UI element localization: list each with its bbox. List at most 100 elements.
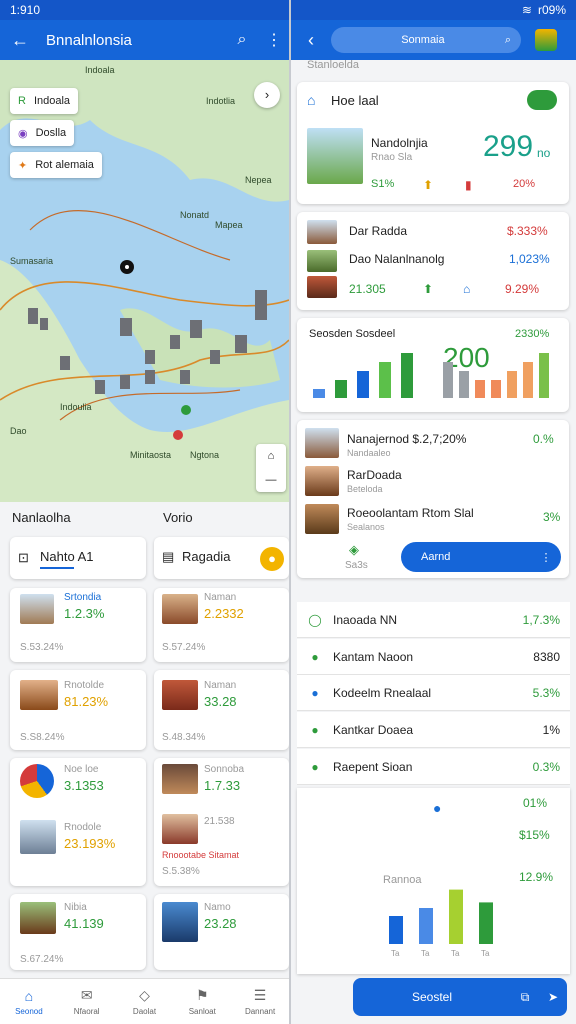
item-value: 3.1353 [64,778,104,793]
big-unit: no [537,146,551,160]
map-label: Indoulia [60,402,92,412]
chart-bar [401,353,413,398]
chart-percent: 12.9% [519,870,554,884]
tag-icon: ✦ [18,159,28,172]
item-value: $.333% [507,224,548,238]
map-view[interactable]: R Indoala ◉ Doslla ✦ Rot alemaia › ⌂ — Indoa… [0,60,289,502]
search-text: Sonmaia [401,34,445,46]
thumbnail [20,594,54,624]
item-name: Rnodole [64,822,102,833]
row-name: Kodeelm Rnealaal [333,685,432,700]
detail-card[interactable]: Nanajernod $.2,7;20% 0.% Nandaaleo RarDo… [297,420,569,578]
chart-bar [357,371,369,398]
chart-bar [507,371,517,398]
back-arrow-icon[interactable]: ← [0,30,40,51]
map-chip-1[interactable]: R Indoala [10,88,79,114]
chart-bar [459,371,469,398]
thumbnail [162,902,198,942]
nav-shield[interactable]: ◇ Daolat [116,979,174,1024]
item-sub: S.5.38% [162,866,200,877]
chart-bar [313,389,325,398]
list-row[interactable]: ● Kodeelm Rnealaal 5.3% [297,675,570,711]
list-row[interactable]: ● Raepent Sioan 0.3% [297,749,570,785]
map-chip-3[interactable]: ✦ Rot alemaia [10,152,102,178]
search-icon[interactable]: ⌕ [505,34,511,47]
item-card[interactable]: Sonnoba 1.7.33 21.538 Rnoootabe Sitamat … [154,758,289,886]
list-card[interactable]: Dar Radda $.333% Dao Nalanlnanolg 1,023%… [297,212,569,310]
shield-icon: ◇ [139,987,150,1003]
zoom-out-icon[interactable]: — [256,468,286,492]
section-title: Stanloelda [307,59,359,71]
thumbnail [162,594,198,624]
status-bar: ≋ r09% [291,0,576,20]
badge-icon[interactable]: ● [260,547,284,571]
big-value: 299 [483,130,534,163]
zoom-control[interactable]: ⌂ — [256,444,286,492]
item-card[interactable]: Namo 23.28 [154,894,289,970]
avatar[interactable] [535,29,557,51]
item-card[interactable]: Nibia 41.139 S.67.24% [10,894,146,970]
chart-bar [419,908,433,944]
more-vert-icon[interactable]: ⋮ [259,30,289,50]
nav-mail[interactable]: ✉ Nfaoral [58,979,116,1024]
thumbnail [162,680,198,710]
item-value: 81.23% [64,694,109,709]
nav-alerts[interactable]: ⚑ Sanloat [173,979,231,1024]
search-icon[interactable]: ⌕ [225,31,259,49]
item-name: Rnotolde [64,680,105,691]
item-name: Noe loe [64,764,99,775]
chart-card-2[interactable]: ● 01% $15% Rannoa 12.9% Ta Ta Ta Ta [297,788,570,974]
thumbnail [305,466,339,496]
row-name: Kantkar Doaea [333,722,414,737]
row-value: 5.3% [532,685,560,700]
map-label: Mapea [215,220,243,230]
list-row[interactable]: ◯ Inaoada NN 1,7.3% [297,602,570,638]
item-card[interactable]: Srtondia 1.2.3% S.53.24% [10,588,146,662]
thumbnail [307,276,337,298]
bottom-action-button[interactable]: Seostel ⧉ ➤ [353,978,567,1016]
hot-card[interactable]: ⌂ Hoe laal Nandolnjia Rnao Sla 299 no S1… [297,82,569,204]
toggle-badge[interactable] [527,90,557,110]
menu-icon: ☰ [253,987,267,1003]
header-card[interactable]: ▤ Ragadia ● [154,537,289,579]
more-vert-icon[interactable]: ⋮ [531,551,561,564]
tick-label: Ta [391,949,400,958]
item-sub: S.67.24% [20,954,64,965]
item-card[interactable]: Naman 33.28 S.48.34% [154,670,289,750]
item-card[interactable]: Rnotolde 81.23% S.S8.24% [10,670,146,750]
item-name: RarDoada [347,468,402,482]
back-chevron-icon[interactable]: ‹ [291,30,331,51]
nav-home[interactable]: ⌂ Seonod [0,979,58,1024]
shield-icon: ● [311,649,319,664]
thumbnail [162,764,198,794]
window-icon[interactable]: ⧉ [511,990,539,1005]
list-row[interactable]: ● Kantam Naoon 8380 [297,639,570,675]
item-card[interactable]: Noe loe 3.1353 Rnodole 23.193% [10,758,146,886]
chart-card[interactable]: Seosden Sosdeel 2330% 200 [297,318,569,412]
card-title: Hoe laal [331,93,379,108]
map-label: Ngtona [190,450,220,460]
item-card[interactable]: Naman 2.2332 S.57.24% [154,588,289,662]
map-label: Indotlia [206,96,236,106]
send-icon[interactable]: ➤ [539,990,567,1004]
list-row[interactable]: ● Kantkar Doaea 1% [297,712,570,748]
layers-icon[interactable]: ⌂ [256,444,286,468]
row-name: Raepent Sioan [333,759,413,774]
action-button[interactable]: Aarnd ⋮ [401,542,561,572]
bar-chart-2: Ta Ta Ta Ta [389,889,493,958]
item-sub: Nandaaleo [347,448,391,458]
map-chip-2[interactable]: ◉ Doslla [10,120,75,146]
row-name: Kantam Naoon [333,649,414,664]
item-value: 21.538 [204,816,235,827]
chevron-right-icon[interactable]: › [254,82,280,108]
action-label: Aarnd [421,551,451,563]
item-value: 0.% [533,432,554,446]
stat-value: 20% [513,178,536,190]
chart-bar [443,362,453,398]
nav-menu[interactable]: ☰ Dannant [231,979,289,1024]
search-field[interactable]: Sonmaia ⌕ [331,27,521,53]
check-circle-icon: ◯ [308,612,322,627]
header-card[interactable]: ⊡ Nahto A1 [10,537,146,579]
item-value: 23.193% [64,836,116,851]
item-sub: Beteloda [347,484,383,494]
